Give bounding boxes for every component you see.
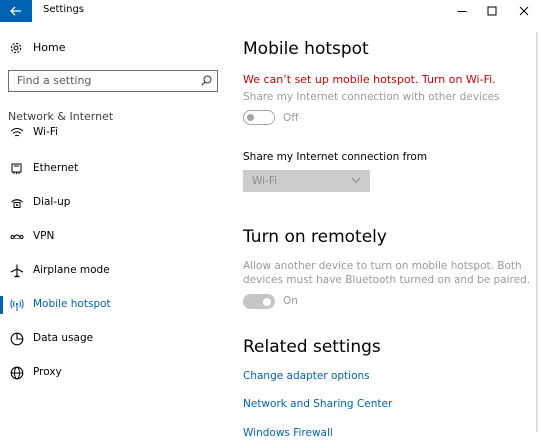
sidebar-item-ethernet[interactable]: Ethernet (0, 154, 228, 184)
minimize-button[interactable] (446, 0, 478, 22)
sidebar-item-label: Dial-up (33, 196, 71, 208)
maximize-icon (487, 6, 497, 16)
home-nav-item[interactable]: Home (0, 36, 228, 60)
remote-toggle[interactable] (243, 294, 275, 309)
title-bar: Settings (0, 0, 540, 22)
remote-description-line1: Allow another device to turn on mobile h… (243, 260, 522, 272)
sidebar-item-mobile-hotspot[interactable]: Mobile hotspot (0, 290, 228, 320)
toggle-knob (263, 297, 271, 306)
remote-description-line2: devices must have Bluetooth turned on an… (243, 274, 531, 286)
chevron-down-icon (351, 177, 361, 184)
back-button[interactable] (0, 0, 32, 22)
toggle-knob (247, 113, 254, 121)
windows-firewall-link[interactable]: Windows Firewall (243, 427, 333, 439)
remote-section-title: Turn on remotely (243, 227, 387, 247)
search-icon[interactable] (201, 75, 212, 86)
sidebar-item-data-usage[interactable]: Data usage (0, 324, 228, 354)
sidebar-item-label: Proxy (33, 366, 62, 378)
sidebar-item-proxy[interactable]: Proxy (0, 358, 228, 388)
sidebar-item-label: Mobile hotspot (33, 298, 111, 310)
error-message: We can’t set up mobile hotspot. Turn on … (243, 73, 496, 86)
sidebar-item-wifi[interactable]: Wi-Fi (0, 126, 228, 140)
share-from-label: Share my Internet connection from (243, 151, 428, 163)
remote-toggle-state: On (283, 295, 298, 307)
back-arrow-icon (10, 6, 21, 16)
sidebar-item-vpn[interactable]: VPN (0, 222, 228, 252)
network-sharing-center-link[interactable]: Network and Sharing Center (243, 398, 392, 410)
scrollbar[interactable] (530, 22, 540, 446)
page-title: Mobile hotspot (243, 39, 369, 59)
search-input[interactable] (9, 71, 194, 90)
main-content: Mobile hotspot We can’t set up mobile ho… (228, 22, 540, 446)
sidebar-item-airplane[interactable]: Airplane mode (0, 256, 228, 286)
sidebar-item-label: Airplane mode (33, 264, 110, 276)
globe-icon (10, 366, 24, 380)
maximize-button[interactable] (476, 0, 508, 22)
share-toggle-state: Off (283, 112, 299, 124)
sidebar-item-label: Data usage (33, 332, 94, 344)
sidebar-item-label: Ethernet (33, 162, 79, 174)
sidebar-item-label: VPN (33, 230, 55, 242)
close-button[interactable] (508, 0, 540, 22)
share-toggle[interactable] (243, 110, 275, 125)
gear-icon (10, 42, 22, 54)
home-label: Home (33, 41, 66, 54)
hotspot-icon (10, 299, 24, 311)
data-usage-icon (10, 332, 24, 346)
sidebar-item-dialup[interactable]: Dial-up (0, 188, 228, 218)
window-title: Settings (43, 4, 85, 15)
share-setting-label: Share my Internet connection with other … (243, 91, 500, 103)
airplane-icon (10, 264, 24, 278)
section-heading: Network & Internet (8, 110, 114, 123)
dropdown-value: Wi-Fi (252, 175, 278, 187)
sidebar: Home Network & Internet Wi-Fi Ethernet D… (0, 22, 228, 446)
vpn-icon (10, 234, 24, 239)
ethernet-icon (11, 163, 22, 174)
scrollbar-thumb[interactable] (536, 32, 538, 432)
sidebar-item-label: Wi-Fi (33, 126, 59, 138)
close-icon (519, 6, 529, 16)
related-settings-title: Related settings (243, 337, 381, 357)
wifi-icon (10, 128, 24, 137)
minimize-icon (457, 11, 467, 12)
change-adapter-options-link[interactable]: Change adapter options (243, 370, 370, 382)
dialup-icon (11, 199, 23, 208)
active-indicator (0, 296, 3, 314)
share-from-dropdown[interactable]: Wi-Fi (243, 170, 370, 192)
search-box[interactable] (8, 70, 218, 92)
